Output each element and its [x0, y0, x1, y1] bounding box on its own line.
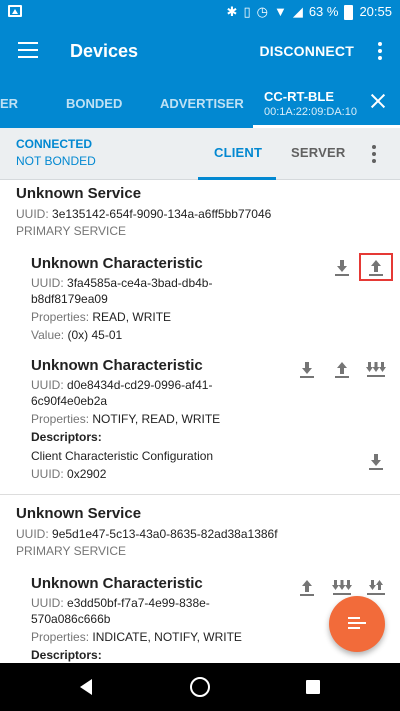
close-icon[interactable] — [370, 93, 386, 109]
client-tab-indicator — [198, 177, 276, 180]
value-label: Value: — [31, 328, 65, 342]
device-mac: 00:1A:22:09:DA:10 — [264, 106, 357, 118]
app-toolbar: Devices DISCONNECT — [0, 24, 400, 80]
characteristic-properties: Properties: NOTIFY, READ, WRITE — [31, 412, 220, 426]
service-type: PRIMARY SERVICE — [16, 544, 127, 558]
properties-label: Properties: — [31, 630, 90, 644]
uuid-value: d0e8434d-cd29-0996-af41- — [67, 378, 213, 392]
indicate-icon[interactable] — [364, 575, 388, 599]
notify-icon[interactable] — [364, 357, 388, 381]
log-fab-button[interactable] — [329, 596, 385, 652]
uuid-label: UUID: — [31, 596, 64, 610]
characteristic-name: Unknown Characteristic — [31, 255, 203, 272]
uuid-value: e3dd50bf-f7a7-4e99-838e- — [67, 596, 210, 610]
properties-value: INDICATE, NOTIFY, WRITE — [92, 630, 242, 644]
image-notification-icon — [8, 5, 22, 17]
characteristic-properties: Properties: INDICATE, NOTIFY, WRITE — [31, 630, 242, 644]
wifi-icon: ▼ — [273, 4, 287, 19]
tab-device[interactable]: CC-RT-BLE 00:1A:22:09:DA:10 — [253, 80, 400, 128]
descriptors-heading: Descriptors: — [31, 648, 102, 662]
alarm-icon: ◷ — [256, 4, 268, 19]
characteristic-value: Value: (0x) 45-01 — [31, 328, 122, 342]
characteristic-name: Unknown Characteristic — [31, 357, 203, 374]
service-type: PRIMARY SERVICE — [16, 224, 127, 238]
system-nav-bar — [0, 663, 400, 711]
bond-status: NOT BONDED — [16, 154, 96, 168]
uuid-label: UUID: — [31, 276, 64, 290]
characteristic-uuid: UUID: d0e8434d-cd29-0996-af41- — [31, 378, 212, 392]
tab-server[interactable]: SERVER — [291, 145, 345, 160]
write-icon[interactable] — [364, 255, 388, 279]
properties-label: Properties: — [31, 310, 90, 324]
connection-status: CONNECTED — [16, 137, 93, 151]
descriptor-read-icon[interactable] — [364, 449, 388, 473]
uuid-label: UUID: — [16, 527, 49, 541]
properties-label: Properties: — [31, 412, 90, 426]
characteristic-uuid-cont: b8df8179ea09 — [31, 292, 108, 306]
service-divider — [0, 494, 400, 495]
signal-icon: ◢ — [292, 4, 303, 19]
home-icon[interactable] — [190, 677, 210, 697]
notify-icon[interactable] — [330, 575, 354, 599]
status-bar: ✱ ▯ ◷ ▼ ◢ 63 % 20:55 — [0, 0, 400, 24]
bluetooth-icon: ✱ — [226, 4, 238, 19]
uuid-label: UUID: — [31, 467, 64, 481]
service-uuid: UUID: 9e5d1e47-5c13-43a0-8635-82ad38a138… — [16, 527, 278, 541]
uuid-label: UUID: — [31, 378, 64, 392]
log-icon-line — [348, 627, 360, 629]
read-icon[interactable] — [295, 357, 319, 381]
descriptors-heading: Descriptors: — [31, 430, 102, 444]
menu-icon[interactable] — [18, 42, 38, 58]
tab-bonded[interactable]: BONDED — [66, 96, 122, 111]
descriptor-name: Client Characteristic Configuration — [31, 449, 214, 463]
write-icon[interactable] — [330, 357, 354, 381]
recent-apps-icon[interactable] — [306, 680, 320, 694]
status-icons: ✱ ▯ ◷ ▼ ◢ 63 % 20:55 — [227, 3, 392, 21]
tab-scanner-partial[interactable]: ER — [0, 96, 18, 111]
uuid-value: 0x2902 — [67, 467, 107, 481]
back-icon[interactable] — [80, 679, 92, 695]
read-icon[interactable] — [330, 255, 354, 279]
tab-client[interactable]: CLIENT — [214, 145, 262, 160]
more-options-icon[interactable] — [372, 145, 376, 163]
uuid-value: 9e5d1e47-5c13-43a0-8635-82ad38a1386f — [52, 527, 278, 541]
characteristic-uuid: UUID: e3dd50bf-f7a7-4e99-838e- — [31, 596, 210, 610]
more-options-icon[interactable] — [378, 42, 382, 60]
uuid-value: 3e135142-654f-9090-134a-a6ff5bb77046 — [52, 207, 272, 221]
log-icon-line — [348, 622, 366, 624]
characteristic-uuid: UUID: 3fa4585a-ce4a-3bad-db4b- — [31, 276, 212, 290]
service-name: Unknown Service — [16, 505, 142, 522]
service-name: Unknown Service — [16, 185, 142, 202]
battery-percent: 63 % — [308, 4, 339, 19]
characteristic-uuid-cont: 6c90f4e0eb2a — [31, 394, 108, 408]
write-icon[interactable] — [295, 575, 319, 599]
device-name: CC-RT-BLE — [264, 89, 335, 104]
connection-header: CONNECTED NOT BONDED CLIENT SERVER — [0, 128, 400, 180]
page-title: Devices — [70, 41, 139, 61]
battery-icon — [344, 4, 354, 20]
value-text: (0x) 45-01 — [67, 328, 123, 342]
tab-advertiser[interactable]: ADVERTISER — [160, 96, 244, 111]
log-icon — [348, 617, 360, 619]
vibrate-icon: ▯ — [243, 4, 251, 19]
disconnect-button[interactable]: DISCONNECT — [259, 43, 354, 59]
service-uuid: UUID: 3e135142-654f-9090-134a-a6ff5bb770… — [16, 207, 271, 221]
uuid-label: UUID: — [16, 207, 49, 221]
services-list: Unknown Service UUID: 3e135142-654f-9090… — [0, 181, 400, 663]
descriptor-uuid: UUID: 0x2902 — [31, 467, 106, 481]
properties-value: NOTIFY, READ, WRITE — [92, 412, 221, 426]
characteristic-name: Unknown Characteristic — [31, 575, 203, 592]
clock: 20:55 — [359, 4, 392, 19]
properties-value: READ, WRITE — [92, 310, 172, 324]
characteristic-properties: Properties: READ, WRITE — [31, 310, 171, 324]
uuid-value: 3fa4585a-ce4a-3bad-db4b- — [67, 276, 213, 290]
device-tabs: ER BONDED ADVERTISER CC-RT-BLE 00:1A:22:… — [0, 80, 400, 128]
characteristic-uuid-cont: 570a086c666b — [31, 612, 111, 626]
